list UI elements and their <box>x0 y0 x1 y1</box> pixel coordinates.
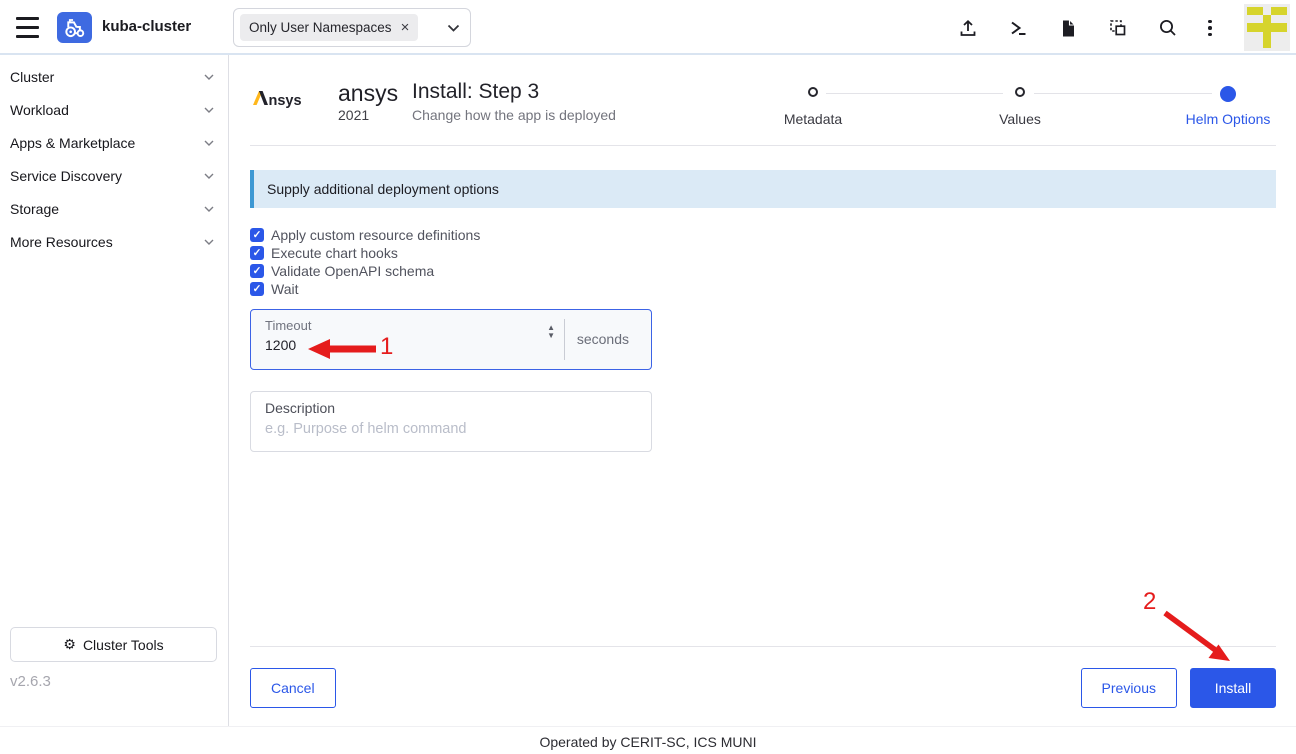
sidebar: Cluster Workload Apps & Marketplace Serv… <box>0 55 229 726</box>
svg-text:nsys: nsys <box>269 93 302 108</box>
timeout-input[interactable] <box>265 337 515 353</box>
info-banner: Supply additional deployment options <box>250 170 1276 208</box>
import-yaml-button[interactable] <box>950 10 986 46</box>
sidebar-item-workload[interactable]: Workload <box>0 93 228 126</box>
search-icon <box>1158 18 1178 38</box>
footer-text: Operated by CERIT-SC, ICS MUNI <box>539 734 756 750</box>
chevron-down-icon[interactable] <box>447 24 460 32</box>
copy-icon <box>1108 18 1128 38</box>
download-yaml-button[interactable] <box>1050 10 1086 46</box>
field-divider <box>564 319 565 360</box>
namespace-filter-dropdown[interactable]: Only User Namespaces × <box>233 8 471 47</box>
install-button[interactable]: Install <box>1190 668 1276 708</box>
chevron-down-icon <box>204 140 214 146</box>
description-field: Description <box>250 391 652 452</box>
cluster-provider-icon[interactable] <box>57 12 92 43</box>
step-dot-metadata[interactable] <box>808 87 818 97</box>
timeout-unit: seconds <box>577 331 629 347</box>
copy-kubeconfig-button[interactable] <box>1100 10 1136 46</box>
checkbox-validate-openapi[interactable]: ✓ Validate OpenAPI schema <box>250 262 480 280</box>
step-connector <box>1034 93 1212 94</box>
checkbox-checked-icon[interactable]: ✓ <box>250 228 264 242</box>
main-content: nsys ansys 2021 Install: Step 3 Change h… <box>230 55 1296 726</box>
step-connector <box>826 93 1003 94</box>
sidebar-item-service-discovery[interactable]: Service Discovery <box>0 159 228 192</box>
ansys-logo: nsys <box>253 88 301 108</box>
info-banner-text: Supply additional deployment options <box>267 181 499 197</box>
app-name: ansys <box>338 80 398 107</box>
file-icon <box>1059 19 1077 38</box>
kebab-icon <box>1208 20 1212 37</box>
deployment-options: ✓ Apply custom resource definitions ✓ Ex… <box>250 226 480 298</box>
app-version: 2021 <box>338 107 369 123</box>
kebab-menu-button[interactable] <box>1192 10 1228 46</box>
namespace-filter-tag[interactable]: Only User Namespaces × <box>240 14 418 41</box>
step-dot-values[interactable] <box>1015 87 1025 97</box>
gear-icon: ⚙ <box>63 636 76 653</box>
footer-divider <box>250 646 1276 647</box>
shell-icon <box>1008 18 1028 38</box>
step-dot-helm-options[interactable] <box>1220 86 1236 102</box>
checkbox-checked-icon[interactable]: ✓ <box>250 264 264 278</box>
kubectl-shell-button[interactable] <box>1000 10 1036 46</box>
step-label-helm-options[interactable]: Helm Options <box>1186 111 1271 127</box>
number-stepper[interactable]: ▲ ▼ <box>547 324 555 340</box>
sidebar-item-storage[interactable]: Storage <box>0 192 228 225</box>
chevron-down-icon <box>204 239 214 245</box>
spin-down-icon[interactable]: ▼ <box>547 332 555 340</box>
description-input[interactable] <box>265 421 625 437</box>
description-label: Description <box>265 400 637 416</box>
upload-icon <box>958 18 978 38</box>
sidebar-item-apps-marketplace[interactable]: Apps & Marketplace <box>0 126 228 159</box>
hamburger-menu-icon[interactable] <box>16 17 39 38</box>
search-button[interactable] <box>1150 10 1186 46</box>
timeout-field: Timeout ▲ ▼ seconds <box>250 309 652 370</box>
step-label-metadata[interactable]: Metadata <box>784 111 842 127</box>
checkbox-wait[interactable]: ✓ Wait <box>250 280 480 298</box>
checkbox-checked-icon[interactable]: ✓ <box>250 246 264 260</box>
header-divider <box>250 145 1276 146</box>
checkbox-chart-hooks[interactable]: ✓ Execute chart hooks <box>250 244 480 262</box>
chevron-down-icon <box>204 206 214 212</box>
cluster-name: kuba-cluster <box>102 18 191 35</box>
namespace-filter-tag-label: Only User Namespaces <box>249 20 392 35</box>
user-avatar[interactable] <box>1244 4 1290 51</box>
cancel-button[interactable]: Cancel <box>250 668 336 708</box>
page-subtitle: Change how the app is deployed <box>412 107 616 123</box>
version-label: v2.6.3 <box>10 673 51 690</box>
sidebar-item-more-resources[interactable]: More Resources <box>0 225 228 258</box>
checkbox-apply-crd[interactable]: ✓ Apply custom resource definitions <box>250 226 480 244</box>
cluster-tools-button[interactable]: ⚙ Cluster Tools <box>10 627 217 662</box>
checkbox-checked-icon[interactable]: ✓ <box>250 282 264 296</box>
previous-button[interactable]: Previous <box>1081 668 1177 708</box>
top-header: kuba-cluster Only User Namespaces × <box>0 0 1296 55</box>
page-title: Install: Step 3 <box>412 80 539 104</box>
step-label-values[interactable]: Values <box>999 111 1041 127</box>
chevron-down-icon <box>204 107 214 113</box>
chevron-down-icon <box>204 173 214 179</box>
sidebar-item-cluster[interactable]: Cluster <box>0 60 228 93</box>
action-bar: Cancel Previous Install <box>250 668 1276 708</box>
tractor-icon <box>62 15 88 41</box>
footer: Operated by CERIT-SC, ICS MUNI <box>0 726 1296 754</box>
remove-tag-icon[interactable]: × <box>401 20 410 35</box>
chevron-down-icon <box>204 74 214 80</box>
